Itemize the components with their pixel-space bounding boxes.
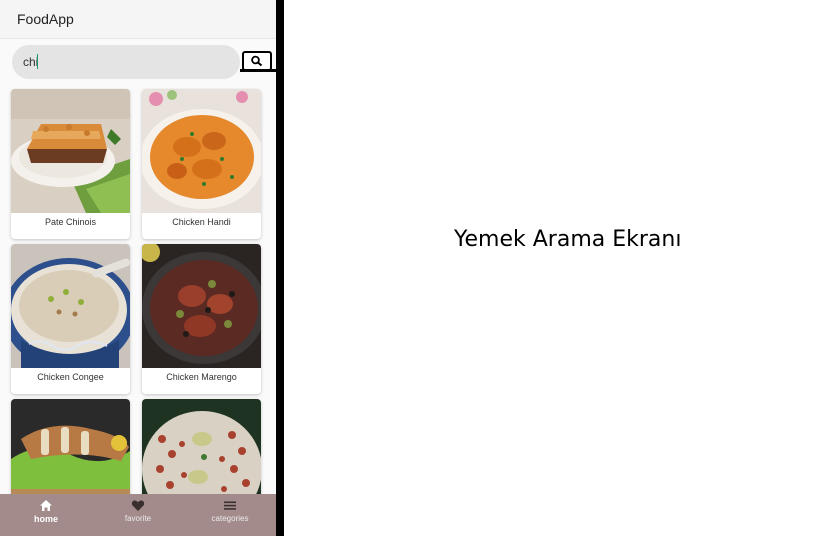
meal-image (11, 244, 130, 368)
meal-image (142, 89, 261, 213)
search-button-underline (240, 69, 276, 72)
nav-home[interactable]: home (0, 494, 92, 536)
nav-label: categories (211, 514, 249, 523)
meal-card[interactable] (142, 399, 261, 494)
meal-card[interactable]: Chicken Handi (142, 89, 261, 239)
meal-card[interactable] (11, 399, 130, 494)
meal-image (142, 244, 261, 368)
search-icon (251, 55, 263, 67)
meal-image (11, 89, 130, 213)
nav-categories[interactable]: categories (184, 494, 276, 536)
meal-image (142, 399, 261, 494)
menu-icon (224, 501, 236, 510)
nav-label: home (33, 514, 58, 524)
nav-favorite[interactable]: favorite (92, 494, 184, 536)
meal-card[interactable]: Chicken Congee (11, 244, 130, 394)
bottom-navigation: home favorite categories (0, 494, 276, 536)
meal-name: Chicken Marengo (166, 372, 237, 382)
meal-image (11, 399, 130, 494)
search-input[interactable] (12, 45, 240, 79)
meal-grid: Pate Chinois Chicken Handi Chicken Conge… (0, 88, 276, 494)
nav-label: favorite (124, 514, 152, 523)
meal-card[interactable]: Pate Chinois (11, 89, 130, 239)
search-button[interactable] (242, 51, 272, 71)
meal-name: Chicken Handi (172, 217, 231, 227)
meal-card[interactable]: Chicken Marengo (142, 244, 261, 394)
text-cursor (37, 54, 38, 69)
meal-name: Pate Chinois (44, 217, 97, 227)
heart-icon (131, 500, 145, 511)
app-screen: FoodApp chi Pate Chinois Chicken Handi C… (0, 0, 276, 536)
app-bar: FoodApp (0, 0, 276, 39)
screen-caption: Yemek Arama Ekranı (454, 227, 682, 252)
phone-frame: FoodApp chi Pate Chinois Chicken Handi C… (0, 0, 284, 536)
meal-name: Chicken Congee (37, 372, 104, 382)
home-icon (40, 500, 52, 511)
app-title: FoodApp (17, 11, 74, 27)
